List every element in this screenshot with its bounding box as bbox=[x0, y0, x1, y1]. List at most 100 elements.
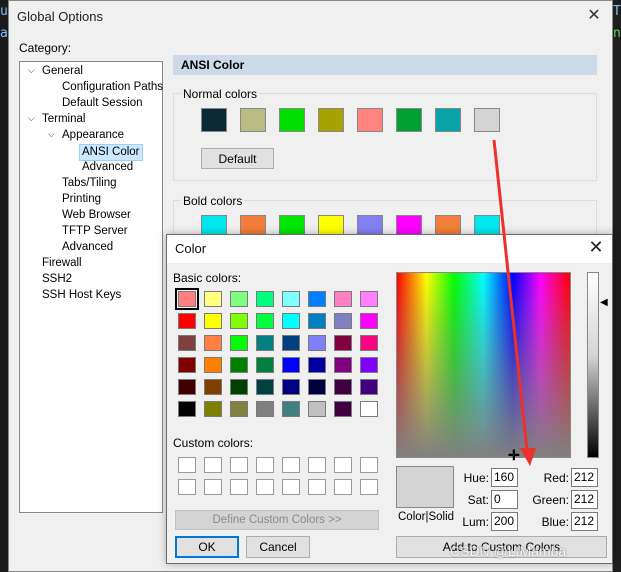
basic-color-swatch[interactable] bbox=[308, 379, 326, 395]
custom-color-swatch[interactable] bbox=[282, 479, 300, 495]
custom-color-swatch[interactable] bbox=[360, 457, 378, 473]
custom-color-swatch[interactable] bbox=[230, 457, 248, 473]
basic-color-swatch[interactable] bbox=[256, 401, 274, 417]
define-custom-colors-button[interactable]: Define Custom Colors >> bbox=[175, 510, 379, 530]
custom-color-swatch[interactable] bbox=[308, 457, 326, 473]
basic-color-swatch[interactable] bbox=[282, 357, 300, 373]
close-icon[interactable]: ✕ bbox=[586, 237, 606, 258]
basic-color-swatch[interactable] bbox=[230, 291, 248, 307]
lum-input[interactable]: 200 bbox=[491, 512, 518, 531]
luminance-arrow-icon[interactable]: ◀ bbox=[600, 297, 608, 308]
normal-color-swatch[interactable] bbox=[396, 108, 422, 132]
basic-color-swatch[interactable] bbox=[282, 313, 300, 329]
basic-color-swatch[interactable] bbox=[334, 357, 352, 373]
basic-color-swatch[interactable] bbox=[256, 291, 274, 307]
tree-item[interactable]: Tabs/Tiling bbox=[62, 176, 117, 191]
close-icon[interactable]: ✕ bbox=[584, 5, 604, 25]
basic-color-swatch[interactable] bbox=[256, 313, 274, 329]
custom-color-swatch[interactable] bbox=[178, 479, 196, 495]
normal-color-swatch[interactable] bbox=[474, 108, 500, 132]
expand-chevron-icon[interactable]: ⌵ bbox=[48, 129, 55, 140]
basic-color-swatch[interactable] bbox=[178, 313, 196, 329]
basic-color-swatch[interactable] bbox=[230, 357, 248, 373]
custom-color-swatch[interactable] bbox=[178, 457, 196, 473]
sat-input[interactable]: 0 bbox=[491, 490, 518, 509]
color-spectrum[interactable] bbox=[396, 272, 571, 458]
normal-color-swatch[interactable] bbox=[357, 108, 383, 132]
custom-color-swatch[interactable] bbox=[334, 457, 352, 473]
basic-color-swatch[interactable] bbox=[308, 291, 326, 307]
basic-color-swatch[interactable] bbox=[204, 313, 222, 329]
basic-color-swatch[interactable] bbox=[282, 379, 300, 395]
basic-color-swatch[interactable] bbox=[334, 401, 352, 417]
basic-color-swatch[interactable] bbox=[360, 335, 378, 351]
tree-item[interactable]: Default Session bbox=[62, 96, 143, 111]
basic-color-swatch[interactable] bbox=[178, 335, 196, 351]
custom-color-swatch[interactable] bbox=[230, 479, 248, 495]
tree-item[interactable]: Advanced bbox=[62, 240, 113, 255]
basic-color-swatch[interactable] bbox=[204, 357, 222, 373]
cancel-button[interactable]: Cancel bbox=[246, 536, 310, 558]
tree-item[interactable]: Firewall bbox=[42, 256, 82, 271]
normal-color-swatch[interactable] bbox=[201, 108, 227, 132]
basic-color-swatch[interactable] bbox=[256, 357, 274, 373]
basic-color-swatch[interactable] bbox=[360, 401, 378, 417]
basic-color-swatch[interactable] bbox=[178, 379, 196, 395]
basic-color-swatch[interactable] bbox=[178, 401, 196, 417]
basic-color-swatch[interactable] bbox=[360, 357, 378, 373]
tree-item[interactable]: TFTP Server bbox=[62, 224, 128, 239]
category-tree[interactable]: ⌵ General Configuration Paths Default Sessi… bbox=[19, 61, 163, 513]
custom-color-swatch[interactable] bbox=[204, 479, 222, 495]
crosshair-icon[interactable]: ✛ bbox=[508, 447, 520, 464]
basic-color-swatch[interactable] bbox=[230, 335, 248, 351]
basic-color-swatch[interactable] bbox=[256, 379, 274, 395]
basic-color-swatch[interactable] bbox=[256, 335, 274, 351]
normal-color-swatch[interactable] bbox=[318, 108, 344, 132]
basic-color-swatch[interactable] bbox=[178, 357, 196, 373]
normal-color-swatch[interactable] bbox=[240, 108, 266, 132]
expand-chevron-icon[interactable]: ⌵ bbox=[28, 65, 35, 76]
basic-color-swatch[interactable] bbox=[334, 291, 352, 307]
custom-color-swatch[interactable] bbox=[308, 479, 326, 495]
basic-color-swatch[interactable] bbox=[308, 401, 326, 417]
basic-color-swatch[interactable] bbox=[308, 313, 326, 329]
tree-item[interactable]: ANSI Color bbox=[79, 144, 143, 161]
basic-color-swatch[interactable] bbox=[230, 401, 248, 417]
basic-color-swatch[interactable] bbox=[204, 379, 222, 395]
hue-input[interactable]: 160 bbox=[491, 468, 518, 487]
green-input[interactable]: 212 bbox=[571, 490, 598, 509]
expand-chevron-icon[interactable]: ⌵ bbox=[28, 113, 35, 124]
custom-color-swatch[interactable] bbox=[282, 457, 300, 473]
tree-item[interactable]: Web Browser bbox=[62, 208, 131, 223]
basic-color-swatch[interactable] bbox=[282, 335, 300, 351]
basic-color-swatch[interactable] bbox=[204, 401, 222, 417]
blue-input[interactable]: 212 bbox=[571, 512, 598, 531]
basic-color-swatch[interactable] bbox=[175, 288, 199, 310]
custom-color-swatch[interactable] bbox=[256, 457, 274, 473]
luminance-slider[interactable] bbox=[587, 272, 599, 458]
basic-color-swatch[interactable] bbox=[204, 335, 222, 351]
ok-button[interactable]: OK bbox=[175, 536, 239, 558]
red-input[interactable]: 212 bbox=[571, 468, 598, 487]
basic-color-swatch[interactable] bbox=[282, 401, 300, 417]
normal-color-swatch[interactable] bbox=[279, 108, 305, 132]
default-button[interactable]: Default bbox=[201, 148, 274, 169]
basic-color-swatch[interactable] bbox=[308, 357, 326, 373]
basic-color-swatch[interactable] bbox=[360, 379, 378, 395]
tree-item[interactable]: SSH Host Keys bbox=[42, 288, 121, 303]
basic-color-swatch[interactable] bbox=[204, 291, 222, 307]
custom-color-swatch[interactable] bbox=[360, 479, 378, 495]
tree-item[interactable]: General bbox=[42, 64, 83, 79]
basic-color-swatch[interactable] bbox=[308, 335, 326, 351]
tree-item[interactable]: Terminal bbox=[42, 112, 85, 127]
tree-item[interactable]: SSH2 bbox=[42, 272, 72, 287]
tree-item[interactable]: Configuration Paths bbox=[62, 80, 163, 95]
custom-color-swatch[interactable] bbox=[204, 457, 222, 473]
tree-item[interactable]: Appearance bbox=[62, 128, 124, 143]
basic-color-swatch[interactable] bbox=[360, 291, 378, 307]
custom-color-swatch[interactable] bbox=[334, 479, 352, 495]
basic-color-swatch[interactable] bbox=[360, 313, 378, 329]
basic-color-swatch[interactable] bbox=[334, 335, 352, 351]
basic-color-swatch[interactable] bbox=[230, 379, 248, 395]
tree-item[interactable]: Printing bbox=[62, 192, 101, 207]
